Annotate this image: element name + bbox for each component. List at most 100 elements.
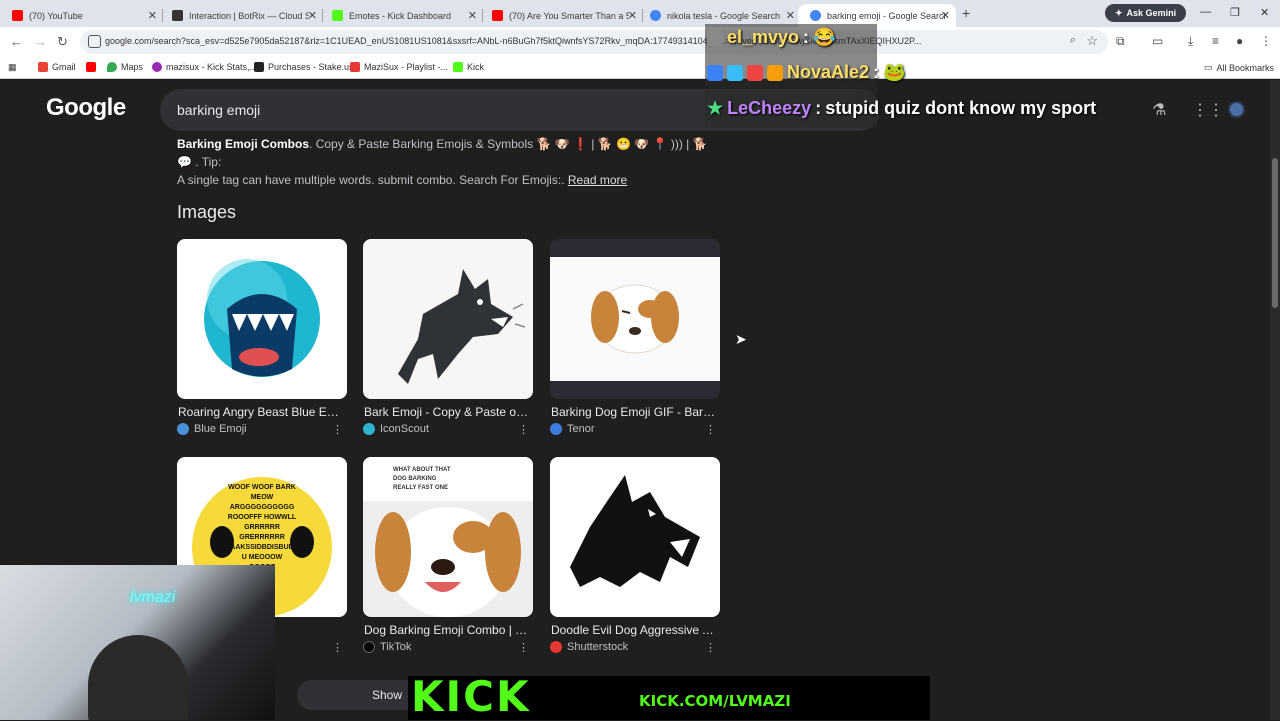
bookmark-playlist[interactable]: MaziSux - Playlist -... <box>350 62 448 72</box>
more-options-icon[interactable]: ⋮ <box>705 641 716 654</box>
maximize-icon[interactable]: ❐ <box>1230 6 1240 19</box>
site-info-icon[interactable] <box>88 35 101 48</box>
bookmark-kick-stats[interactable]: mazisux - Kick Stats,... <box>152 62 257 72</box>
more-options-icon[interactable]: ⋮ <box>705 423 716 436</box>
tenor-site-icon <box>550 423 562 435</box>
google-icon <box>650 10 661 21</box>
image-source[interactable]: Blue Emoji ⋮ <box>177 423 347 436</box>
close-icon[interactable]: ✕ <box>308 9 317 22</box>
tab-botrix[interactable]: Interaction | BotRix — Cloud St... ✕ <box>160 4 323 27</box>
media-icon[interactable]: ≡ <box>1212 34 1219 48</box>
image-source[interactable]: Shutterstock ⋮ <box>550 641 720 654</box>
tab-youtube[interactable]: (70) YouTube ✕ <box>0 4 163 27</box>
image-result[interactable]: Barking Dog Emoji GIF - Barki... Tenor ⋮ <box>550 239 720 436</box>
tab-title: Interaction | BotRix — Cloud St... <box>189 10 309 21</box>
window-close-icon[interactable]: ✕ <box>1260 6 1269 19</box>
chat-text: stupid quiz dont know my sport <box>825 98 1097 118</box>
minimize-icon[interactable]: — <box>1200 6 1211 18</box>
more-options-icon[interactable]: ⋮ <box>518 423 529 436</box>
snippet-text-2: A single tag can have multiple words. su… <box>177 173 565 187</box>
more-options-icon[interactable]: ⋮ <box>332 423 343 436</box>
all-bookmarks[interactable]: ▭ All Bookmarks <box>1204 62 1274 73</box>
back-icon[interactable]: ← <box>10 34 23 49</box>
image-result[interactable]: WHAT ABOUT THAT DOG BARKING REALLY FAST … <box>363 457 533 654</box>
close-icon[interactable]: ✕ <box>786 9 795 22</box>
address-url[interactable]: google.com/search?sca_esv=d525e7905da521… <box>105 36 1065 46</box>
svg-text:WHAT ABOUT THAT: WHAT ABOUT THAT <box>393 467 451 473</box>
image-result[interactable]: Doodle Evil Dog Aggressive A... Shutters… <box>550 457 720 654</box>
close-icon[interactable]: ✕ <box>628 9 637 22</box>
image-source[interactable]: TikTok ⋮ <box>363 641 533 654</box>
tab-youtube-quiz[interactable]: (70) Are You Smarter Than a 5th... ✕ <box>480 4 643 27</box>
kick-icon <box>453 62 463 72</box>
image-source-label: Blue Emoji <box>194 423 247 435</box>
image-thumbnail[interactable] <box>363 239 533 399</box>
more-options-icon[interactable]: ⋮ <box>332 641 343 654</box>
image-source-label: TikTok <box>380 641 412 653</box>
tab-title: barking emoji - Google Search <box>827 10 947 21</box>
image-caption[interactable]: Roaring Angry Beast Blue Emoji <box>177 405 345 419</box>
image-thumbnail[interactable]: WHAT ABOUT THAT DOG BARKING REALLY FAST … <box>363 457 533 617</box>
apps-icon[interactable]: ▦ <box>8 62 17 73</box>
chat-message: ★ LeCheezy: stupid quiz dont know my spo… <box>707 98 1097 118</box>
scrollbar-thumb[interactable] <box>1272 158 1278 308</box>
tab-title: (70) Are You Smarter Than a 5th... <box>509 10 629 21</box>
shutterstock-site-icon <box>550 641 562 653</box>
close-icon[interactable]: ✕ <box>148 9 157 22</box>
crown-badge-icon <box>767 64 783 81</box>
address-bar[interactable]: google.com/search?sca_esv=d525e7905da521… <box>80 30 1108 54</box>
new-tab-button[interactable]: + <box>962 5 970 21</box>
tab-title: Emotes - Kick Dashboard <box>349 10 452 21</box>
search-input[interactable]: barking emoji <box>177 102 260 118</box>
image-caption[interactable]: Bark Emoji - Copy & Paste or ... <box>363 405 531 419</box>
avatar[interactable] <box>1228 101 1245 118</box>
bookmark-youtube[interactable] <box>86 62 96 72</box>
barking-dog-image <box>398 269 526 384</box>
tab-title: nikola tesla - Google Search <box>667 10 781 21</box>
tab-kick-emotes[interactable]: Emotes - Kick Dashboard ✕ <box>320 4 483 27</box>
google-logo[interactable]: Google <box>46 94 126 122</box>
extensions-icon[interactable]: ⧉ <box>1116 34 1125 49</box>
close-icon[interactable]: ✕ <box>468 9 477 22</box>
image-source[interactable]: IconScout ⋮ <box>363 423 533 436</box>
ask-gemini-button[interactable]: ✦ Ask Gemini <box>1105 4 1187 22</box>
bookmark-stake[interactable]: Purchases - Stake.us <box>254 62 354 72</box>
image-thumbnail[interactable] <box>177 239 347 399</box>
image-thumbnail[interactable] <box>550 239 720 399</box>
bookmark-maps[interactable]: Maps <box>107 62 143 72</box>
profile-icon[interactable]: ● <box>1236 34 1243 48</box>
kickstats-icon <box>152 62 162 72</box>
bookmarks-bar: ▦ Gmail Maps mazisux - Kick Stats,... Pu… <box>0 57 1280 79</box>
bookmark-kick[interactable]: Kick <box>453 62 484 72</box>
image-result[interactable]: Bark Emoji - Copy & Paste or ... IconSco… <box>363 239 533 436</box>
sidepanel-icon[interactable]: ▭ <box>1152 34 1163 48</box>
evil-dog-doodle-image <box>570 475 700 587</box>
close-icon[interactable]: ✕ <box>941 9 950 22</box>
bookmark-gmail[interactable]: Gmail <box>38 62 76 72</box>
image-source-label: Tenor <box>567 423 595 435</box>
tiktok-site-icon <box>363 641 375 653</box>
menu-icon[interactable]: ⋮ <box>1260 34 1272 48</box>
bookmark-label: Purchases - Stake.us <box>268 62 354 72</box>
image-caption[interactable]: Doodle Evil Dog Aggressive A... <box>550 623 718 637</box>
image-source[interactable]: Tenor ⋮ <box>550 423 720 436</box>
image-caption[interactable]: Barking Dog Emoji GIF - Barki... <box>550 405 718 419</box>
svg-text:GRERRRRRR: GRERRRRRR <box>239 534 285 541</box>
labs-icon[interactable]: ⚗ <box>1152 100 1166 120</box>
forward-icon[interactable]: → <box>34 34 47 49</box>
svg-text:AAKSSIDBDISBUD: AAKSSIDBDISBUD <box>230 544 293 551</box>
botrix-icon <box>172 10 183 21</box>
chat-text: 😂 <box>813 27 836 47</box>
more-options-icon[interactable]: ⋮ <box>518 641 529 654</box>
image-source-label: Shutterstock <box>567 641 629 653</box>
bookmark-star-icon[interactable]: ☆ <box>1086 33 1098 49</box>
scrollbar[interactable] <box>1270 80 1280 720</box>
chat-message: NovaAle2: 🐸 <box>707 62 905 83</box>
image-caption[interactable]: Dog Barking Emoji Combo | Ti... <box>363 623 531 637</box>
image-thumbnail[interactable] <box>550 457 720 617</box>
download-icon[interactable]: ⤓ <box>1188 34 1193 49</box>
image-result[interactable]: Roaring Angry Beast Blue Emoji Blue Emoj… <box>177 239 347 436</box>
zoom-icon[interactable]: ⌕ <box>1070 34 1076 47</box>
read-more-link[interactable]: Read more <box>568 173 627 187</box>
reload-icon[interactable]: ↻ <box>57 34 68 50</box>
